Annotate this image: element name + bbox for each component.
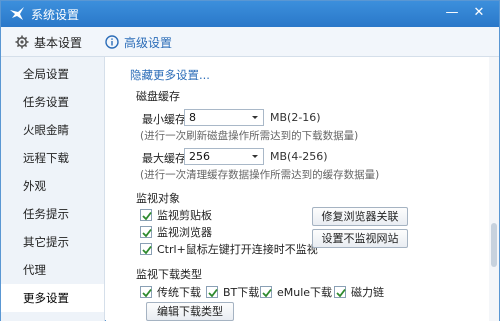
monitor-browser-checkbox[interactable]: 监视浏览器: [140, 224, 212, 240]
gear-icon: [15, 35, 29, 49]
disk-cache-title: 磁盘缓存: [136, 90, 180, 103]
hide-more-settings-link[interactable]: 隐藏更多设置...: [130, 67, 210, 83]
sidebar-item-task-notify[interactable]: 任务提示: [1, 200, 104, 228]
vertical-scrollbar[interactable]: [489, 57, 499, 321]
tab-advanced-settings[interactable]: 高级设置: [105, 27, 172, 57]
download-types-title: 监视下载类型: [136, 268, 202, 281]
sidebar: 全局设置 任务设置 火眼金睛 远程下载 外观 任务提示 其它提示 代理 更多设置: [1, 57, 105, 321]
emule-download-label: eMule下载: [277, 286, 333, 299]
traditional-download-label: 传统下载: [157, 286, 201, 299]
sidebar-item-global[interactable]: 全局设置: [1, 60, 104, 88]
max-cache-select[interactable]: 256: [184, 148, 264, 165]
ctrl-click-no-monitor-label: Ctrl+鼠标左键打开连接时不监视: [157, 243, 318, 256]
settings-window: 系统设置 — ✕ 基本设置 高级设置 全局设置 任务设置 火眼金睛 远程下载 外…: [0, 0, 500, 321]
magnet-link-checkbox[interactable]: 磁力链: [334, 284, 384, 300]
checkbox-checked-icon: [140, 209, 152, 221]
chevron-down-icon: [252, 155, 258, 158]
checkbox-checked-icon: [140, 243, 152, 255]
sidebar-item-more-settings[interactable]: 更多设置: [1, 284, 104, 312]
magnet-link-label: 磁力链: [351, 286, 384, 299]
monitor-objects-title: 监视对象: [136, 192, 180, 205]
set-unmonitored-sites-button[interactable]: 设置不监视网站: [312, 229, 408, 248]
checkbox-checked-icon: [334, 286, 346, 298]
info-circle-icon: [105, 35, 119, 49]
edit-download-types-button[interactable]: 编辑下载类型: [146, 302, 234, 321]
monitor-browser-label: 监视浏览器: [157, 226, 212, 239]
sidebar-item-other-notify[interactable]: 其它提示: [1, 228, 104, 256]
minimize-button[interactable]: —: [441, 3, 463, 23]
close-button[interactable]: ✕: [468, 3, 490, 23]
checkbox-checked-icon: [206, 286, 218, 298]
min-cache-select[interactable]: 8: [184, 109, 264, 126]
max-cache-value: 256: [189, 150, 210, 163]
min-cache-hint: (进行一次刷新磁盘操作所需达到的下载数据量): [140, 130, 359, 142]
monitor-clipboard-label: 监视剪贴板: [157, 209, 212, 222]
min-cache-label: 最小缓存: [142, 113, 186, 126]
chevron-down-icon: [252, 116, 258, 119]
sidebar-item-proxy[interactable]: 代理: [1, 256, 104, 284]
checkbox-checked-icon: [260, 286, 272, 298]
scrollbar-thumb[interactable]: [491, 223, 497, 267]
checkbox-checked-icon: [140, 226, 152, 238]
min-cache-unit: MB(2-16): [270, 111, 321, 124]
sidebar-item-appearance[interactable]: 外观: [1, 172, 104, 200]
traditional-download-checkbox[interactable]: 传统下载: [140, 284, 201, 300]
settings-panel: 隐藏更多设置... 磁盘缓存 最小缓存 8 MB(2-16) (进行一次刷新磁盘…: [106, 57, 499, 321]
min-cache-value: 8: [189, 111, 196, 124]
bt-download-checkbox[interactable]: BT下载: [206, 284, 259, 300]
monitor-clipboard-checkbox[interactable]: 监视剪贴板: [140, 207, 212, 223]
ctrl-click-no-monitor-checkbox[interactable]: Ctrl+鼠标左键打开连接时不监视: [140, 241, 318, 257]
max-cache-label: 最大缓存: [142, 152, 186, 165]
repair-browser-association-button[interactable]: 修复浏览器关联: [312, 207, 408, 226]
max-cache-unit: MB(4-256): [270, 150, 328, 163]
window-title: 系统设置: [31, 8, 80, 22]
tab-basic-settings[interactable]: 基本设置: [15, 27, 82, 57]
title-bar: 系统设置 — ✕: [1, 1, 499, 27]
max-cache-hint: (进行一次清理缓存数据操作所需达到的缓存数据量): [140, 169, 380, 181]
sidebar-item-task[interactable]: 任务设置: [1, 88, 104, 116]
thunder-bird-icon: [10, 7, 24, 20]
tab-basic-label: 基本设置: [34, 35, 83, 50]
sidebar-item-eagle-eye[interactable]: 火眼金睛: [1, 116, 104, 144]
checkbox-checked-icon: [140, 286, 152, 298]
sidebar-item-remote-download[interactable]: 远程下载: [1, 144, 104, 172]
emule-download-checkbox[interactable]: eMule下载: [260, 284, 332, 300]
settings-tabs: 基本设置 高级设置: [1, 27, 499, 57]
tab-advanced-label: 高级设置: [124, 35, 173, 50]
bt-download-label: BT下载: [223, 286, 260, 299]
